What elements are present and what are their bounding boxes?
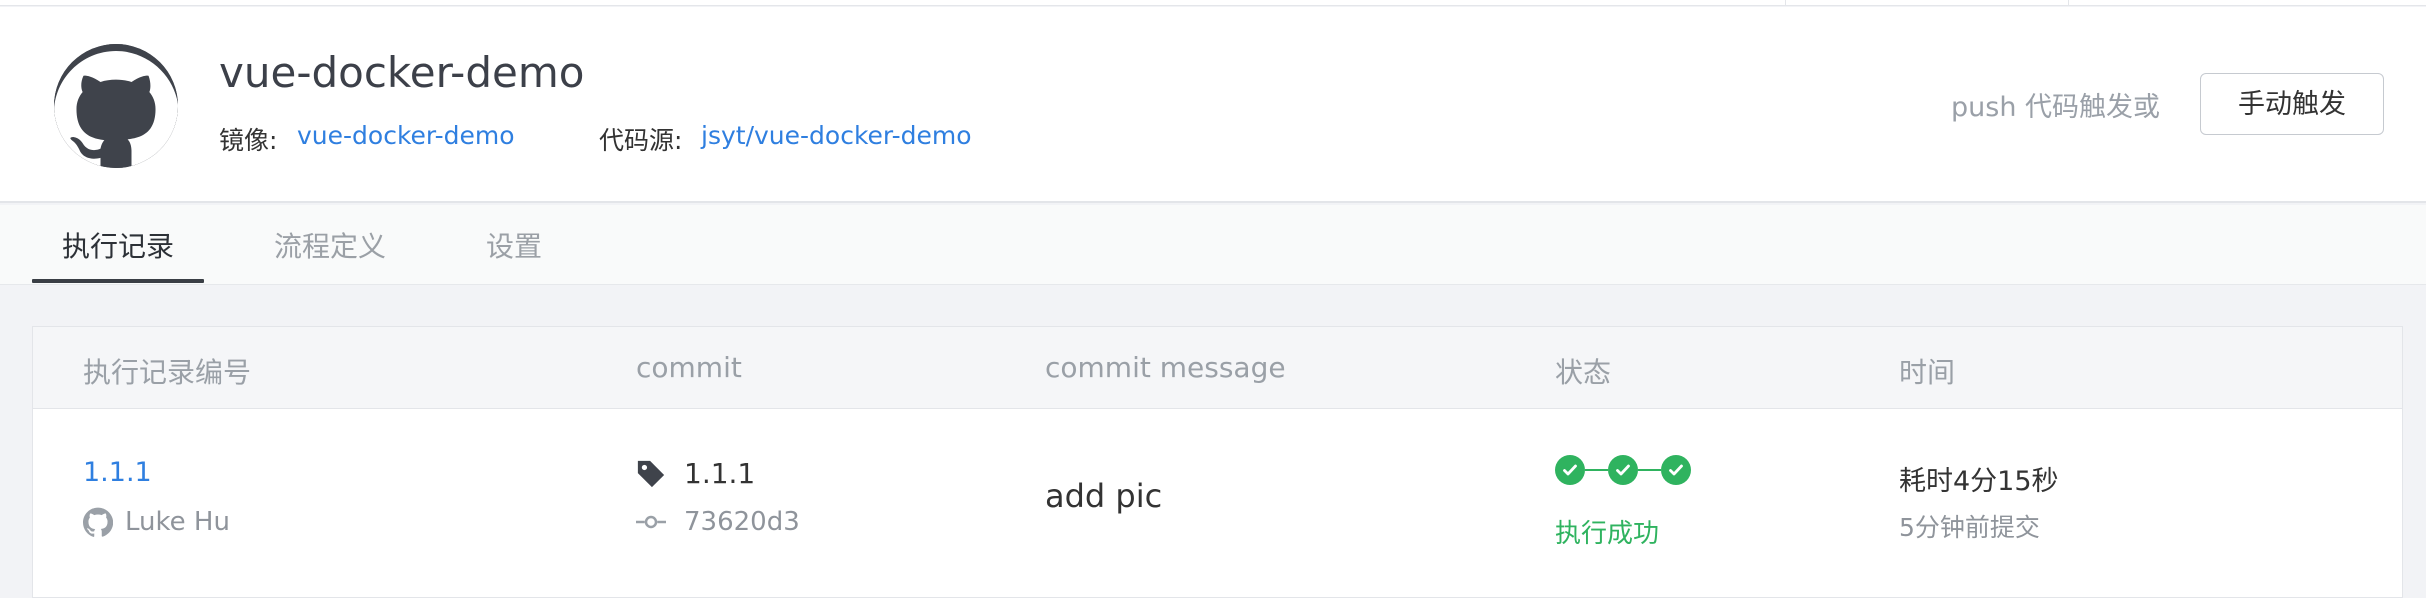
top-strip-divider xyxy=(1785,0,1786,6)
image-label: 镜像: xyxy=(219,126,278,155)
tab-settings[interactable]: 设置 xyxy=(486,225,542,265)
run-id-link[interactable]: 1.1.1 xyxy=(83,457,152,488)
tab-execution-records[interactable]: 执行记录 xyxy=(62,225,174,265)
execution-table: 执行记录编号 commit commit message 状态 时间 1.1.1… xyxy=(32,326,2403,598)
manual-trigger-button[interactable]: 手动触发 xyxy=(2200,73,2384,135)
source-label: 代码源: xyxy=(599,126,683,155)
duration: 耗时4分15秒 xyxy=(1899,466,2059,497)
check-circle-icon xyxy=(1608,455,1638,485)
github-octocat-icon xyxy=(54,44,178,168)
column-header-status: 状态 xyxy=(1555,356,1612,389)
top-strip xyxy=(0,0,2426,6)
check-circle-icon xyxy=(1555,455,1585,485)
image-link[interactable]: vue-docker-demo xyxy=(297,121,515,150)
repo-title: vue-docker-demo xyxy=(219,48,585,97)
column-header-run-id: 执行记录编号 xyxy=(83,356,252,389)
step-connector xyxy=(1638,469,1661,471)
submitted-time: 5分钟前提交 xyxy=(1899,513,2040,542)
pipeline-steps xyxy=(1555,455,1691,485)
source-repo-link[interactable]: jsyt/vue-docker-demo xyxy=(701,121,972,150)
commit-tag: 1.1.1 xyxy=(636,457,755,490)
top-strip-divider xyxy=(2068,0,2069,6)
column-header-commit: commit xyxy=(636,351,742,384)
author: Luke Hu xyxy=(83,507,230,537)
author-name: Luke Hu xyxy=(125,507,230,537)
active-tab-indicator xyxy=(32,279,204,283)
table-header: 执行记录编号 commit commit message 状态 时间 xyxy=(33,327,2402,409)
commit-hash: 73620d3 xyxy=(636,507,800,537)
commit-icon xyxy=(636,515,666,529)
tab-pipeline-definition[interactable]: 流程定义 xyxy=(274,225,386,265)
commit-hash-text: 73620d3 xyxy=(684,507,800,537)
step-connector xyxy=(1585,469,1608,471)
tag-icon xyxy=(637,460,665,487)
column-header-commit-message: commit message xyxy=(1045,351,1286,384)
check-circle-icon xyxy=(1661,455,1691,485)
project-header: vue-docker-demo 镜像: vue-docker-demo 代码源:… xyxy=(0,7,2426,203)
tag-name: 1.1.1 xyxy=(684,457,756,490)
github-icon xyxy=(83,507,113,537)
trigger-hint: push 代码触发或 xyxy=(1951,92,2161,123)
tab-bar: 执行记录 流程定义 设置 xyxy=(0,205,2426,285)
commit-message: add pic xyxy=(1045,477,1163,515)
status-text: 执行成功 xyxy=(1555,519,1660,549)
column-header-time: 时间 xyxy=(1899,356,1956,389)
